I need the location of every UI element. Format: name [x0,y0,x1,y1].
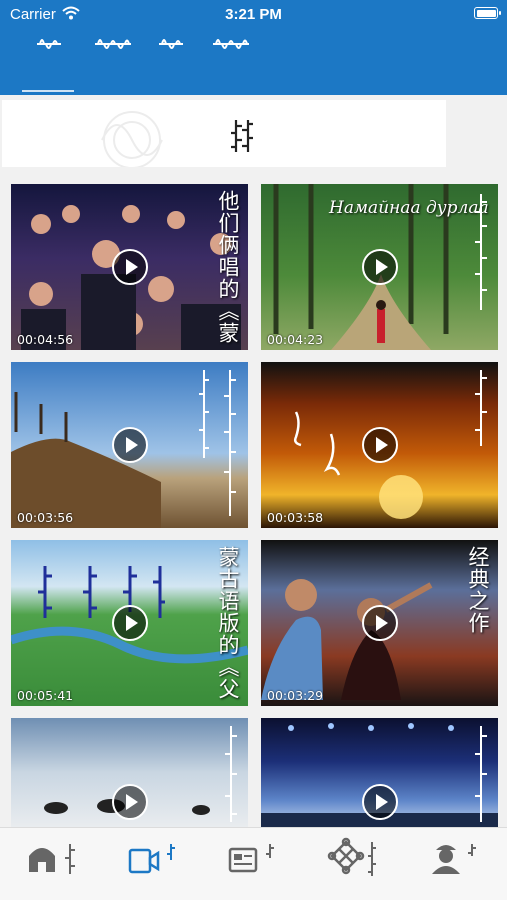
video-duration: 00:05:41 [17,688,74,703]
video-card[interactable]: 蒙古语版的《父 00:05:41 [11,540,248,706]
mongolian-script-glyph [213,39,249,49]
play-icon[interactable] [361,249,398,285]
video-caption: Намайнаа дурлаа [329,198,489,218]
video-card[interactable] [11,718,248,827]
video-duration: 00:03:58 [267,510,324,525]
video-duration: 00:04:56 [17,332,74,347]
user-icon [432,844,476,874]
video-caption: 经典之作 [466,546,489,634]
video-caption: 他们俩唱的《蒙 [216,190,239,344]
ornament-watermark [101,111,253,169]
news-card-icon [228,844,274,873]
battery-icon [474,7,501,19]
bottom-nav [0,827,507,900]
tab-4[interactable] [210,30,252,60]
mongolian-script-glyph [95,39,131,49]
mongolian-caption-glyph [475,726,487,822]
video-card[interactable]: 他们俩唱的《蒙 00:04:56 [11,184,248,350]
mongolian-caption-glyph [475,194,487,310]
play-icon[interactable] [361,784,398,820]
active-tab-indicator [22,90,74,92]
play-icon[interactable] [361,605,398,641]
play-icon[interactable] [361,427,398,463]
video-duration: 00:03:56 [17,510,74,525]
play-icon[interactable] [111,427,148,463]
nav-item-home[interactable] [22,836,122,881]
home-icon [29,844,75,874]
tab-2[interactable] [92,30,134,60]
app-header: Carrier 3:21 PM [0,0,507,95]
mongolian-caption-glyph [475,370,487,446]
video-caption: 蒙古语版的《父 [216,546,239,700]
status-bar: Carrier 3:21 PM [0,0,507,30]
video-card[interactable]: 00:03:56 [11,362,248,528]
video-card[interactable]: Намайнаа дурлаа 00:04:23 [261,184,498,350]
video-icon [128,844,175,874]
mongolian-caption-glyph [225,726,237,822]
knot-icon [327,837,376,876]
category-banner[interactable] [2,100,446,169]
nav-item-profile[interactable] [422,836,507,881]
video-duration: 00:04:23 [267,332,324,347]
mongolian-script-glyph [159,39,183,49]
tab-1[interactable] [34,30,64,60]
play-icon[interactable] [111,249,148,285]
nav-item-video[interactable] [122,836,222,881]
play-icon[interactable] [111,784,148,820]
mongolian-script-glyph [37,39,61,49]
tab-3[interactable] [156,30,186,60]
mongolian-caption-glyph [199,370,236,516]
nav-item-culture[interactable] [322,836,422,881]
play-icon[interactable] [111,605,148,641]
video-duration: 00:03:29 [267,688,324,703]
video-card[interactable] [261,718,498,827]
nav-item-news[interactable] [222,836,322,881]
status-time: 3:21 PM [225,6,282,23]
video-card[interactable]: 经典之作 00:03:29 [261,540,498,706]
video-card[interactable]: 00:03:58 [261,362,498,528]
